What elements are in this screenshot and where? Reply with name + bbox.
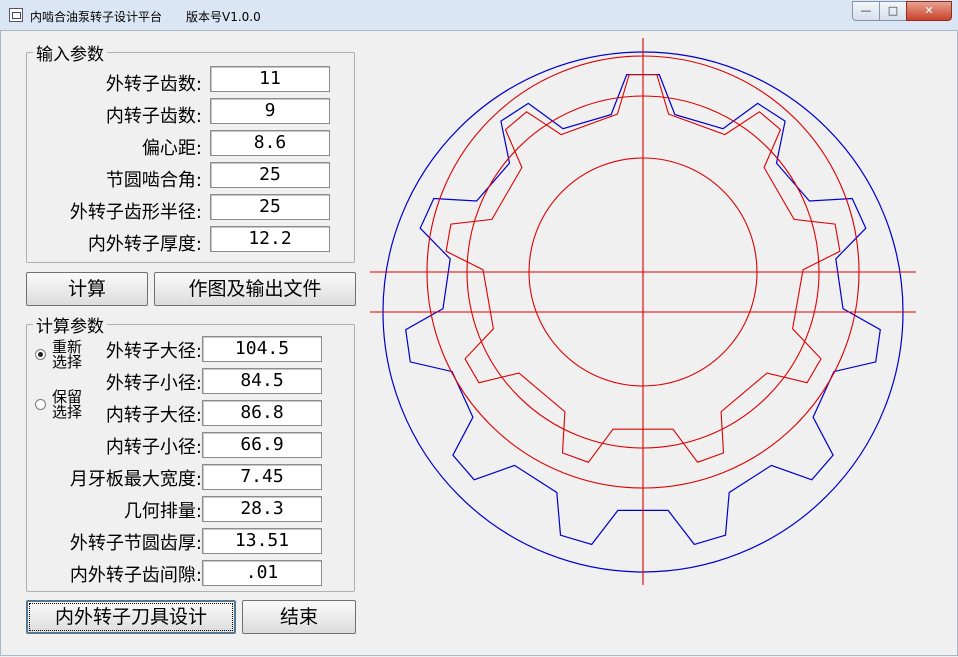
inner-teeth-input[interactable]: 9 (210, 98, 330, 124)
inner-teeth-label: 内转子齿数: (105, 106, 202, 127)
tooth-radius-input[interactable]: 25 (210, 194, 330, 220)
eccentricity-input[interactable]: 8.6 (210, 130, 330, 156)
inner-minor-dia-value[interactable]: 66.9 (202, 432, 322, 458)
title-bar: 内啮合油泵转子设计平台 版本号V1.0.0 — □ ✕ (0, 0, 958, 31)
calc-params-legend: 计算参数 (36, 317, 104, 337)
inner-minor-dia-label: 内转子小径: (105, 437, 202, 458)
displacement-value[interactable]: 28.3 (202, 496, 322, 522)
window-title: 内啮合油泵转子设计平台 (30, 10, 163, 24)
maximize-button[interactable]: □ (879, 1, 907, 21)
window-controls: — □ ✕ (852, 1, 952, 21)
tool-design-button[interactable]: 内外转子刀具设计 (26, 600, 236, 634)
outer-minor-dia-value[interactable]: 84.5 (202, 368, 322, 394)
outer-major-dia-value[interactable]: 104.5 (202, 336, 322, 362)
window-version: 版本号V1.0.0 (186, 10, 261, 24)
input-params-legend: 输入参数 (36, 45, 104, 65)
outer-major-dia-label: 外转子大径: (105, 341, 202, 362)
outer-minor-dia-label: 外转子小径: (105, 373, 202, 394)
crescent-width-value[interactable]: 7.45 (202, 464, 322, 490)
tooth-radius-label: 外转子齿形半径: (69, 202, 202, 223)
calculate-button[interactable]: 计算 (26, 272, 148, 306)
pressure-angle-label: 节圆啮合角: (105, 170, 202, 191)
crescent-width-label: 月牙板最大宽度: (69, 469, 202, 490)
pitch-thickness-label: 外转子节圆齿厚: (69, 533, 202, 554)
plot-export-button[interactable]: 作图及输出文件 (154, 272, 356, 306)
tooth-clearance-value[interactable]: .01 (202, 560, 322, 586)
tooth-clearance-label: 内外转子齿间隙: (69, 565, 202, 586)
app-icon[interactable] (9, 8, 23, 22)
inner-major-dia-label: 内转子大径: (105, 405, 202, 426)
minimize-button[interactable]: — (852, 1, 880, 21)
eccentricity-label: 偏心距: (141, 138, 202, 159)
outer-teeth-label: 外转子齿数: (105, 74, 202, 95)
pressure-angle-input[interactable]: 25 (210, 162, 330, 188)
inner-major-dia-value[interactable]: 86.8 (202, 400, 322, 426)
pitch-thickness-value[interactable]: 13.51 (202, 528, 322, 554)
rotor-thickness-input[interactable]: 12.2 (210, 226, 330, 252)
rotor-thickness-label: 内外转子厚度: (87, 234, 202, 255)
end-button[interactable]: 结束 (242, 600, 356, 634)
close-button[interactable]: ✕ (906, 1, 952, 21)
displacement-label: 几何排量: (123, 501, 202, 522)
outer-teeth-input[interactable]: 11 (210, 66, 330, 92)
rotor-drawing (370, 38, 916, 585)
